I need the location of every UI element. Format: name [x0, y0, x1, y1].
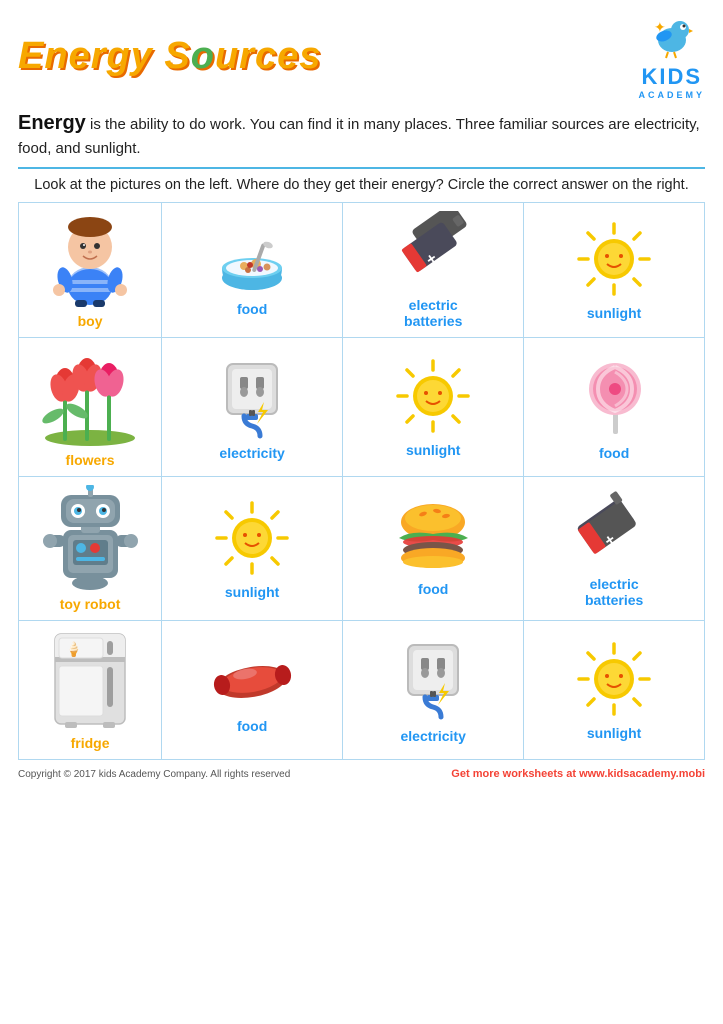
lollipop-icon: [577, 354, 652, 439]
table-row: toy robot: [19, 477, 705, 621]
robot-content: toy robot: [23, 485, 157, 612]
sunlight-label-4: sunlight: [587, 725, 641, 741]
copyright-text: Copyright © 2017 kids Academy Company. A…: [18, 769, 290, 780]
title-area: Energy Sources: [18, 35, 321, 78]
food-label-4: food: [237, 718, 267, 734]
instruction-text: Look at the pictures on the left. Where …: [18, 175, 705, 197]
website-link: Get more worksheets at www.kidsacademy.m…: [451, 768, 705, 780]
food-content-1: food: [166, 223, 338, 317]
electricity-content-2: electricity: [347, 637, 519, 744]
batteries-content-2: + electricbatteries: [528, 490, 700, 608]
batteries-content-1: + electricbatteries: [347, 211, 519, 329]
sun-icon-2: [393, 356, 473, 436]
answer-cell-fridge-electricity[interactable]: electricity: [343, 621, 524, 760]
table-row: boy: [19, 203, 705, 338]
sun-icon-4: [574, 639, 654, 719]
sunlight-content-4: sunlight: [528, 639, 700, 741]
answer-cell-flowers-electricity[interactable]: electricity: [162, 338, 343, 477]
robot-label: toy robot: [60, 596, 121, 612]
outlet-icon-2: [393, 637, 473, 722]
subject-cell-fridge: 🍦 fridge: [19, 621, 162, 760]
logo-sub: ACADEMY: [638, 90, 705, 100]
food-content-4: food: [166, 647, 338, 734]
page: Energy Sources ✦ KIDS ACA: [0, 0, 723, 790]
fridge-icon: 🍦: [45, 629, 135, 729]
intro-body: is the ability to do work. You can find …: [18, 116, 700, 157]
subject-cell-flowers: flowers: [19, 338, 162, 477]
answer-cell-robot-sunlight[interactable]: sunlight: [162, 477, 343, 621]
sunlight-content-2: sunlight: [347, 356, 519, 458]
batteries-label-1: electricbatteries: [404, 297, 462, 329]
sunlight-label-2: sunlight: [406, 442, 460, 458]
sunlight-content-1: sunlight: [528, 219, 700, 321]
electricity-label-2: electricity: [401, 728, 466, 744]
divider: [18, 167, 705, 169]
table-row: flowers: [19, 338, 705, 477]
table-row: 🍦 fridge: [19, 621, 705, 760]
footer: Copyright © 2017 kids Academy Company. A…: [18, 768, 705, 780]
svg-text:✦: ✦: [654, 19, 666, 35]
sunlight-label-3: sunlight: [225, 584, 279, 600]
kids-academy-logo: ✦ KIDS ACADEMY: [638, 12, 705, 100]
sun-icon-3: [212, 498, 292, 578]
food-content-2: food: [528, 354, 700, 461]
answer-cell-boy-food[interactable]: food: [162, 203, 343, 338]
page-title: Energy Sources: [18, 35, 321, 78]
fridge-content: 🍦 fridge: [23, 629, 157, 751]
flowers-content: flowers: [23, 346, 157, 468]
food-label-2: food: [599, 445, 629, 461]
cereal-bowl-icon: [212, 223, 292, 295]
battery-icon-1: +: [396, 211, 471, 291]
logo-text: KIDS: [641, 64, 702, 90]
sun-icon-1: [574, 219, 654, 299]
sunlight-label-1: sunlight: [587, 305, 641, 321]
logo-bird-icon: ✦: [646, 12, 698, 64]
answer-cell-fridge-sunlight[interactable]: sunlight: [524, 621, 705, 760]
answer-cell-fridge-food[interactable]: food: [162, 621, 343, 760]
boy-label: boy: [78, 313, 103, 329]
burger-icon: [391, 500, 476, 575]
answer-cell-robot-batteries[interactable]: + electricbatteries: [524, 477, 705, 621]
electricity-label-1: electricity: [219, 445, 284, 461]
outlet-icon: [212, 354, 292, 439]
subject-cell-robot: toy robot: [19, 477, 162, 621]
food-content-3: food: [347, 500, 519, 597]
svg-text:🍦: 🍦: [65, 641, 82, 658]
electricity-content-1: electricity: [166, 354, 338, 461]
answer-cell-flowers-sunlight[interactable]: sunlight: [343, 338, 524, 477]
boy-icon: [45, 212, 135, 307]
fridge-label: fridge: [71, 735, 110, 751]
intro-bold: Energy: [18, 112, 86, 134]
boy-content: boy: [23, 212, 157, 329]
battery-icon-2: +: [577, 490, 652, 570]
answer-cell-flowers-food[interactable]: food: [524, 338, 705, 477]
answer-cell-boy-sunlight[interactable]: sunlight: [524, 203, 705, 338]
robot-icon: [43, 485, 138, 590]
subject-cell-boy: boy: [19, 203, 162, 338]
batteries-label-2: electricbatteries: [585, 576, 643, 608]
answer-cell-robot-food[interactable]: food: [343, 477, 524, 621]
sausage-icon: [210, 647, 295, 712]
flowers-label: flowers: [66, 452, 115, 468]
intro-text: Energy is the ability to do work. You ca…: [18, 108, 705, 161]
food-label-1: food: [237, 301, 267, 317]
food-label-3: food: [418, 581, 448, 597]
flowers-icon: [35, 346, 145, 446]
answer-cell-boy-batteries[interactable]: + electricbatteries: [343, 203, 524, 338]
header: Energy Sources ✦ KIDS ACA: [18, 12, 705, 100]
worksheet-table: boy: [18, 202, 705, 760]
sunlight-content-3: sunlight: [166, 498, 338, 600]
